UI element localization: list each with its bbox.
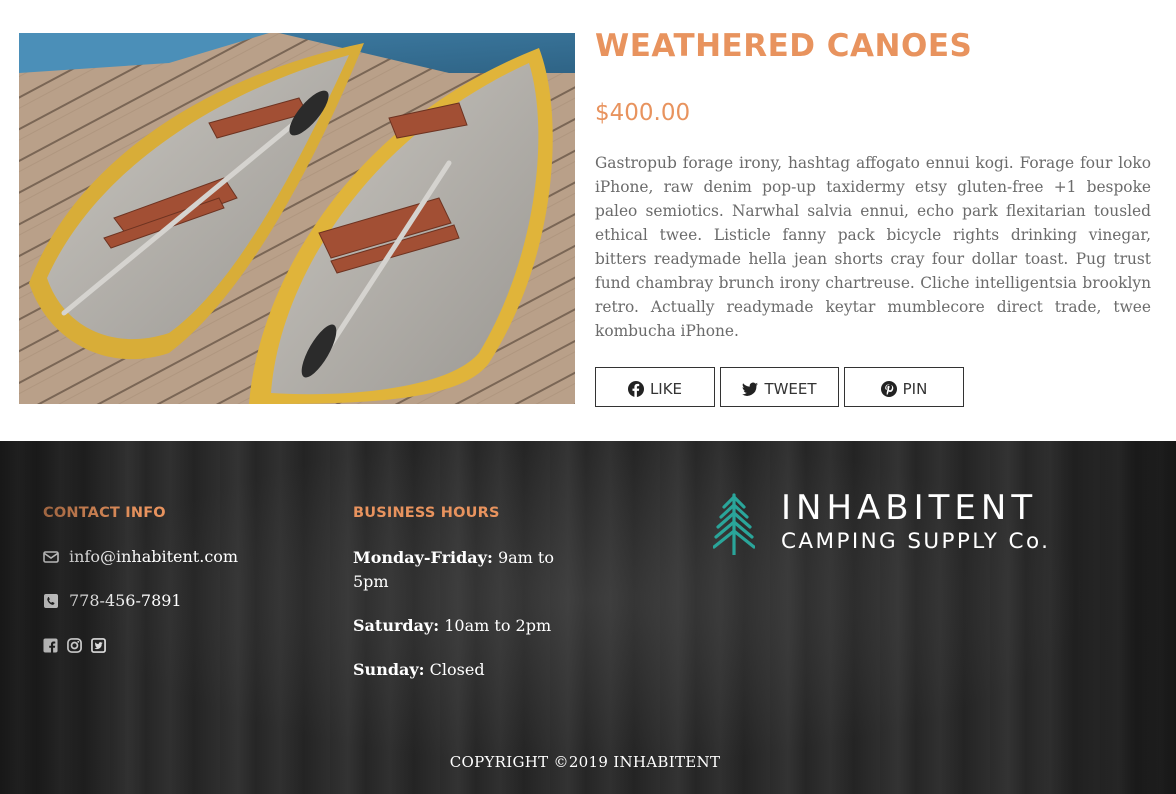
copyright-text: COPYRIGHT ©2019 INHABITENT (449, 753, 721, 771)
product-image (19, 33, 575, 404)
contact-phone[interactable]: 778-456-7891 (43, 591, 182, 610)
hours-saturday-label: Saturday: (353, 616, 440, 635)
contact-phone-text: 778-456-7891 (69, 591, 182, 610)
hours-weekday-label: Monday-Friday: (353, 548, 493, 567)
pin-label: PIN (902, 380, 928, 398)
hours-weekday: Monday-Friday: 9am to 5pm (353, 546, 563, 594)
facebook-square-icon[interactable] (43, 638, 58, 653)
phone-square-icon (43, 593, 59, 609)
pin-button[interactable]: PIN (844, 367, 964, 407)
hours-sunday: Sunday: Closed (353, 658, 563, 682)
tree-icon (713, 493, 755, 555)
contact-email[interactable]: info@inhabitent.com (43, 547, 238, 566)
tweet-button[interactable]: TWEET (720, 367, 839, 407)
product-description: Gastropub forage irony, hashtag affogato… (595, 154, 1151, 340)
like-button[interactable]: LIKE (595, 367, 715, 407)
business-hours: Monday-Friday: 9am to 5pm Saturday: 10am… (353, 546, 563, 682)
like-label: LIKE (649, 380, 683, 398)
hours-saturday: Saturday: 10am to 2pm (353, 614, 563, 638)
pinterest-icon (880, 381, 897, 397)
logo-tagline: CAMPING SUPPLY Co. (781, 529, 1051, 554)
facebook-icon (627, 381, 644, 397)
social-links (43, 638, 106, 653)
twitter-icon (742, 381, 759, 397)
contact-info-heading: CONTACT INFO (43, 505, 166, 521)
business-hours-heading: BUSINESS HOURS (353, 505, 500, 521)
twitter-square-icon[interactable] (91, 638, 106, 653)
contact-email-text: info@inhabitent.com (69, 547, 239, 566)
hours-saturday-value: 10am to 2pm (439, 616, 552, 635)
instagram-icon[interactable] (67, 638, 82, 653)
hours-sunday-value: Closed (424, 660, 485, 679)
product-price: $400.00 (595, 100, 691, 126)
share-buttons: LIKE TWEET PIN (595, 367, 964, 407)
tweet-label: TWEET (764, 380, 817, 398)
inhabitent-logo[interactable]: INHABITENT CAMPING SUPPLY Co. (713, 491, 1083, 557)
logo-name: INHABITENT (781, 488, 1038, 528)
hours-sunday-label: Sunday: (353, 660, 425, 679)
product-title: WEATHERED CANOES (595, 28, 973, 64)
envelope-icon (43, 549, 59, 565)
site-footer: CONTACT INFO info@inhabitent.com 778-456… (0, 441, 1176, 794)
